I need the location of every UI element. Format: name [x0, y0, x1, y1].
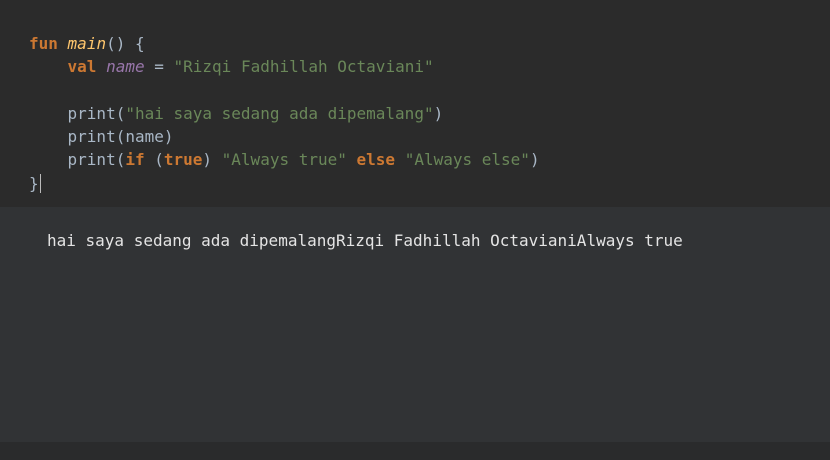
code-line[interactable]: print(name) [29, 125, 540, 148]
code-token: print(name) [29, 127, 174, 147]
text-cursor [39, 173, 41, 193]
code-token: true [163, 150, 203, 170]
code-line[interactable]: print("hai saya sedang ada dipemalang") [29, 102, 540, 125]
code-line[interactable]: fun main() { [29, 32, 540, 55]
code-token: = [144, 57, 174, 77]
code-line[interactable]: } [29, 172, 540, 195]
code-token: } [29, 173, 39, 193]
code-token: print( [29, 150, 126, 170]
code-token: fun [29, 34, 58, 53]
code-token: ) [529, 150, 540, 170]
code-line[interactable]: print(if (true) "Always true" else "Alwa… [29, 148, 540, 171]
code-line[interactable]: val name = "Rizqi Fadhillah Octaviani" [29, 55, 540, 78]
code-token: ( [144, 150, 164, 170]
code-token: "Always true" [221, 150, 347, 170]
code-token: () { [106, 34, 145, 53]
code-token: if [125, 150, 145, 170]
output-panel: hai saya sedang ada dipemalangRizqi Fadh… [0, 207, 830, 442]
output-text: hai saya sedang ada dipemalangRizqi Fadh… [47, 231, 683, 250]
code-token: "Always else" [404, 150, 530, 170]
code-token: "Rizqi Fadhillah Octaviani" [173, 57, 434, 77]
bottom-bar [0, 442, 830, 460]
code-token: ) [202, 150, 222, 170]
code-token: ) [433, 103, 444, 123]
code-token: "hai saya sedang ada dipemalang" [125, 103, 434, 123]
code-area[interactable]: fun main() { val name = "Rizqi Fadhillah… [29, 32, 540, 195]
code-token: val [67, 57, 97, 77]
code-token: main [67, 34, 107, 53]
code-token: name [106, 57, 145, 77]
code-token: else [356, 150, 396, 170]
code-token: print( [29, 103, 126, 123]
code-editor[interactable]: fun main() { val name = "Rizqi Fadhillah… [0, 0, 830, 207]
code-line[interactable] [29, 79, 540, 102]
